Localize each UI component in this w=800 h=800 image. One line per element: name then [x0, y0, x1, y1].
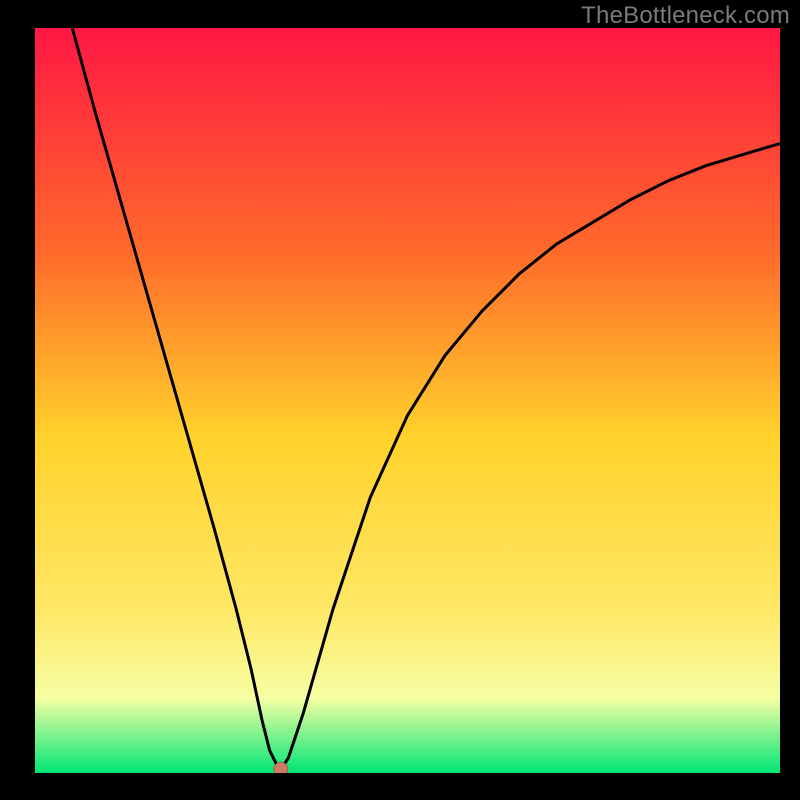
optimum-marker	[274, 762, 288, 773]
watermark-text: TheBottleneck.com	[581, 2, 790, 30]
bottleneck-chart	[35, 28, 780, 773]
gradient-background	[35, 28, 780, 773]
plot-area	[35, 28, 780, 773]
chart-frame: TheBottleneck.com	[0, 0, 800, 800]
